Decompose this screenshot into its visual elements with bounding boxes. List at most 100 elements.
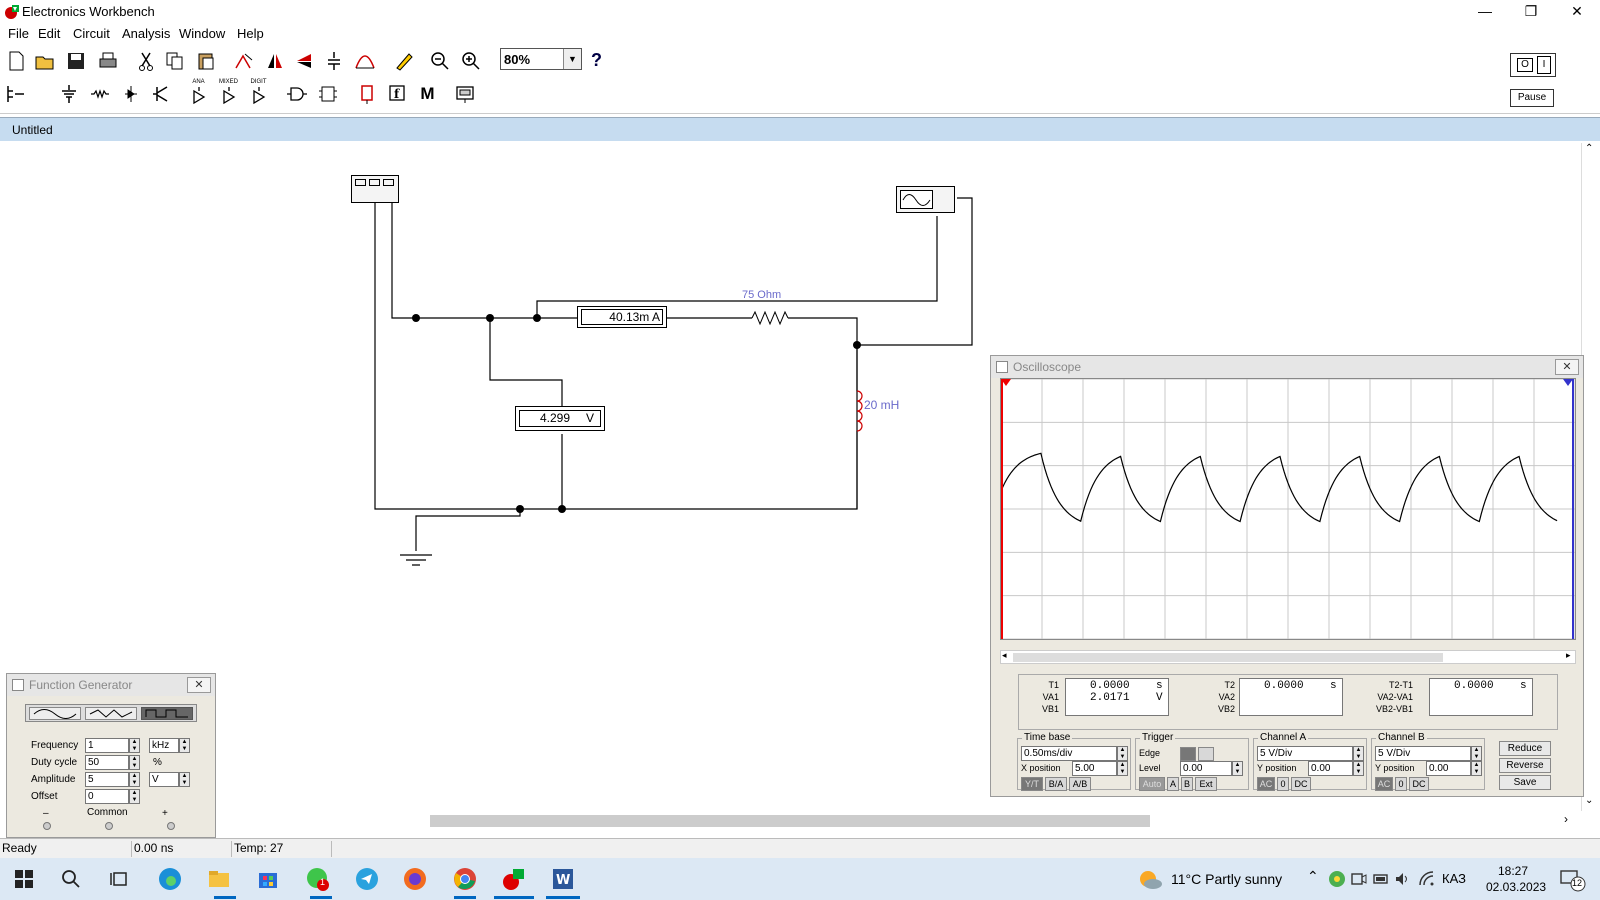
meet-icon[interactable] [1350, 870, 1368, 888]
triangle-wave-button[interactable] [85, 707, 137, 720]
telegram-icon[interactable] [352, 864, 382, 894]
transistors-bin-icon[interactable] [148, 80, 175, 107]
weather-text[interactable]: 11°C Partly sunny [1171, 871, 1282, 887]
chrome-icon[interactable] [450, 864, 480, 894]
rising-edge-button[interactable] [1180, 747, 1196, 761]
function-generator-title[interactable]: Function Generator [7, 674, 215, 696]
reverse-button[interactable]: Reverse [1499, 758, 1551, 773]
component-properties-icon[interactable] [320, 47, 347, 74]
paste-icon[interactable] [192, 47, 219, 74]
trigger-b-button[interactable]: B [1181, 777, 1193, 791]
battery-icon[interactable] [1372, 870, 1390, 888]
frequency-unit-spinner[interactable]: ▲ ▼ [179, 738, 190, 753]
function-generator-instrument-icon[interactable] [896, 186, 955, 213]
channel-b-scale-input[interactable]: 5 V/Div [1375, 746, 1471, 761]
channel-b-ypos-spinner[interactable]: ▲ ▼ [1471, 761, 1482, 776]
timebase-spinner[interactable]: ▲ ▼ [1117, 746, 1128, 761]
trigger-ext-button[interactable]: Ext [1195, 777, 1217, 791]
zoom-select[interactable]: 80% ▼ [500, 48, 582, 70]
pause-button[interactable]: Pause [1510, 89, 1554, 107]
minus-terminal[interactable] [43, 822, 51, 830]
scroll-thumb[interactable] [430, 815, 1150, 827]
close-icon[interactable]: ✕ [1555, 359, 1579, 375]
timebase-input[interactable]: 0.50ms/div [1021, 746, 1117, 761]
save-button[interactable]: Save [1499, 775, 1551, 790]
whatsapp-icon[interactable]: 1 [303, 864, 333, 894]
edit-pencil-icon[interactable] [390, 47, 417, 74]
channel-a-ypos-input[interactable]: 0.00 [1308, 761, 1353, 776]
channel-a-zero-button[interactable]: 0 [1277, 777, 1289, 791]
rotate-icon[interactable] [230, 47, 257, 74]
flip-vertical-icon[interactable] [290, 47, 317, 74]
menu-analysis[interactable]: Analysis [122, 26, 170, 41]
square-wave-button[interactable] [141, 707, 193, 720]
mixed-ics-bin-icon[interactable]: MIXED [215, 79, 242, 107]
wifi-icon[interactable] [1418, 870, 1436, 888]
chevron-down-icon[interactable]: ▼ [563, 49, 581, 69]
level-spinner[interactable]: ▲ ▼ [1232, 761, 1243, 776]
menu-circuit[interactable]: Circuit [73, 26, 110, 41]
instruments-bin-icon[interactable] [451, 80, 478, 107]
horizontal-scrollbar[interactable]: › [212, 812, 1582, 828]
amplitude-unit-select[interactable]: V [149, 772, 179, 787]
channel-b-zero-button[interactable]: 0 [1395, 777, 1407, 791]
channel-a-ac-button[interactable]: AC [1257, 777, 1275, 791]
trigger-a-button[interactable]: A [1167, 777, 1179, 791]
open-folder-icon[interactable] [31, 47, 58, 74]
restore-button[interactable]: ❐ [1508, 0, 1554, 24]
offset-input[interactable]: 0 [85, 789, 129, 804]
channel-b-dc-button[interactable]: DC [1409, 777, 1429, 791]
amplitude-input[interactable]: 5 [85, 772, 129, 787]
close-button[interactable]: ✕ [1554, 0, 1600, 24]
flip-horizontal-icon[interactable] [261, 47, 288, 74]
volume-icon[interactable] [1394, 870, 1412, 888]
analog-ics-bin-icon[interactable]: ANA [185, 79, 212, 107]
amplitude-unit-spinner[interactable]: ▲ ▼ [179, 772, 190, 787]
digital-ics-bin-icon[interactable]: DIGIT [245, 79, 272, 107]
zoom-out-icon[interactable] [426, 47, 453, 74]
frequency-spinner[interactable]: ▲ ▼ [129, 738, 140, 753]
favorites-bin-icon[interactable] [2, 80, 29, 107]
reduce-button[interactable]: Reduce [1499, 741, 1551, 756]
tray-app-icon[interactable] [1328, 870, 1346, 888]
amplitude-spinner[interactable]: ▲ ▼ [129, 772, 140, 787]
clock-date[interactable]: 02.03.2023 [1486, 880, 1546, 894]
zoom-in-icon[interactable] [457, 47, 484, 74]
sine-wave-button[interactable] [29, 707, 81, 720]
basic-bin-icon[interactable] [86, 80, 113, 107]
help-icon[interactable]: ? [583, 47, 610, 74]
duty-cycle-spinner[interactable]: ▲ ▼ [129, 755, 140, 770]
menu-file[interactable]: File [8, 26, 29, 41]
close-icon[interactable]: ✕ [187, 677, 211, 693]
minimize-button[interactable]: — [1462, 0, 1508, 24]
oscilloscope-title[interactable]: Oscilloscope [991, 356, 1583, 378]
sources-bin-icon[interactable] [55, 80, 82, 107]
new-file-icon[interactable] [2, 47, 29, 74]
yt-mode-button[interactable]: Y/T [1021, 777, 1043, 791]
search-icon[interactable] [56, 864, 86, 894]
trigger-auto-button[interactable]: Auto [1139, 777, 1165, 791]
cursor-t2-handle[interactable] [1563, 379, 1573, 386]
offset-spinner[interactable]: ▲ ▼ [129, 789, 140, 804]
save-icon[interactable] [62, 47, 89, 74]
scope-scrollbar[interactable]: ◂ ▸ [1000, 650, 1576, 664]
ab-mode-button[interactable]: A/B [1069, 777, 1091, 791]
menu-help[interactable]: Help [237, 26, 264, 41]
task-view-icon[interactable] [104, 864, 134, 894]
channel-a-ypos-spinner[interactable]: ▲ ▼ [1353, 761, 1364, 776]
channel-b-ypos-input[interactable]: 0.00 [1426, 761, 1471, 776]
ammeter[interactable]: 40.13m A [577, 306, 667, 328]
channel-a-scale-spinner[interactable]: ▲ ▼ [1353, 746, 1364, 761]
miscellaneous-bin-icon[interactable]: M [414, 80, 441, 107]
firefox-icon[interactable] [400, 864, 430, 894]
store-icon[interactable] [253, 864, 283, 894]
word-icon[interactable]: W [548, 864, 578, 894]
frequency-unit-select[interactable]: kHz [149, 738, 179, 753]
windows-start-icon[interactable] [9, 864, 39, 894]
scroll-left-icon[interactable]: ◂ [1002, 650, 1007, 661]
create-subcircuit-icon[interactable] [351, 47, 378, 74]
scroll-right-icon[interactable]: › [1564, 812, 1568, 826]
frequency-input[interactable]: 1 [85, 738, 129, 753]
common-terminal[interactable] [105, 822, 113, 830]
channel-a-scale-input[interactable]: 5 V/Div [1257, 746, 1353, 761]
